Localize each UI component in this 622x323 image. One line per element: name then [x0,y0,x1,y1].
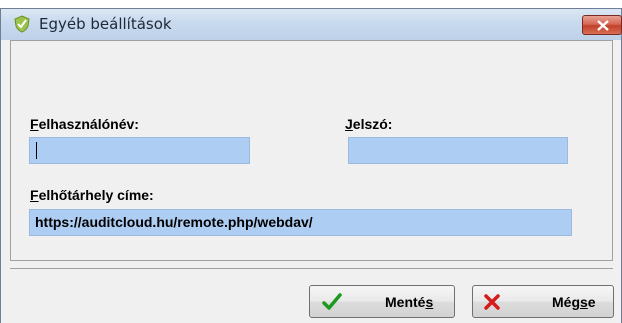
cloud-address-input[interactable]: https://auditcloud.hu/remote.php/webdav/ [29,209,572,236]
green-check-icon [322,293,342,310]
cancel-button-label: Mégse [552,294,596,310]
password-label: Jelszó: [345,116,393,132]
close-icon [597,20,609,31]
cloud-address-value: https://auditcloud.hu/remote.php/webdav/ [35,214,313,230]
text-caret [36,142,37,159]
cloud-address-label: Felhőtárhely címe: [30,187,154,203]
button-bar: Mentés Mégse [10,268,614,323]
dialog-window: Egyéb beállítások Felhasználónév: Jelszó… [0,8,622,323]
username-input[interactable] [29,137,250,164]
password-input[interactable] [348,137,568,164]
save-button[interactable]: Mentés [309,285,455,318]
cancel-button[interactable]: Mégse [472,285,614,318]
app-shield-check-icon [14,15,30,33]
username-label: Felhasználónév: [30,116,139,132]
dialog-body: Felhasználónév: Jelszó: Felhőtárhely cím… [10,40,614,323]
title-bar[interactable]: Egyéb beállítások [1,8,622,40]
red-x-icon [484,294,500,310]
window-title: Egyéb beállítások [39,15,172,33]
save-button-label: Mentés [385,294,434,310]
close-button[interactable] [582,15,622,35]
settings-panel: Felhasználónév: Jelszó: Felhőtárhely cím… [10,40,613,261]
